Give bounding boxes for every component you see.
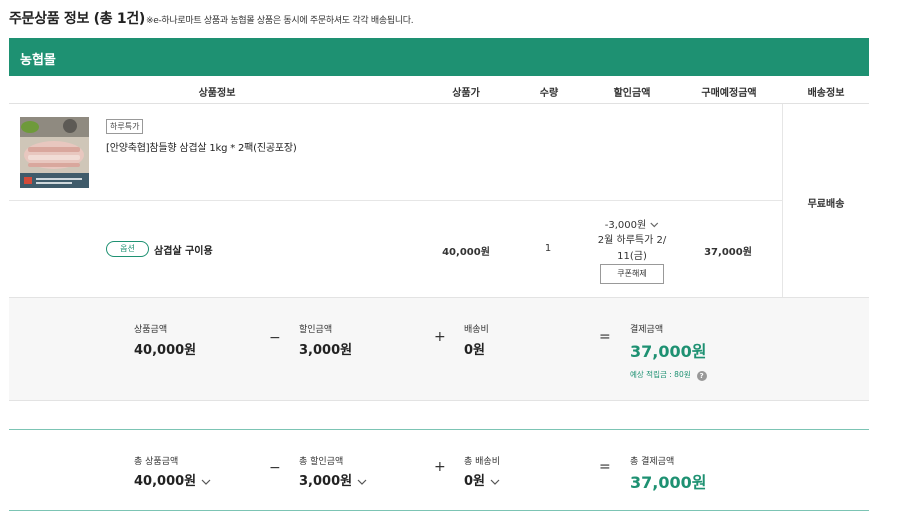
total-payment-value: 37,000원 bbox=[630, 473, 707, 492]
expected-points: 예상 적립금 : 80원? bbox=[630, 369, 707, 381]
equals-sign: = bbox=[599, 329, 611, 345]
mall-header: 농협몰 bbox=[9, 38, 869, 76]
minus-sign: − bbox=[269, 460, 281, 476]
summary-discount-label: 할인금액 bbox=[299, 325, 333, 335]
header-price: 상품가 bbox=[452, 88, 480, 99]
total-product-label: 총 상품금액 bbox=[134, 457, 179, 467]
daily-deal-badge: 하루특가 bbox=[106, 119, 144, 134]
order-summary: 상품금액 40,000원 − 할인금액 3,000원 + 배송비 0원 = 결제… bbox=[9, 297, 869, 401]
item-expected-amount: 37,000원 bbox=[704, 247, 752, 258]
shipping-column-divider bbox=[782, 104, 783, 297]
mall-name: 농협몰 bbox=[20, 53, 56, 68]
total-discount-value: 3,000원 bbox=[299, 474, 353, 489]
coupon-release-button[interactable]: 쿠폰해제 bbox=[600, 264, 664, 284]
summary-shipping-value: 0원 bbox=[464, 343, 486, 358]
page-note: ※e-하나로마트 상품과 농협몰 상품은 동시에 주문하셔도 각각 배송됩니다. bbox=[146, 16, 414, 26]
summary-shipping-label: 배송비 bbox=[464, 325, 489, 335]
product-name[interactable]: [안양축협]참들향 삼겹살 1kg * 2팩(진공포장) bbox=[106, 139, 297, 154]
table-header: 상품정보 상품가 수량 할인금액 구매예정금액 배송정보 bbox=[9, 76, 869, 104]
header-discount: 할인금액 bbox=[613, 88, 651, 99]
summary-product-label: 상품금액 bbox=[134, 325, 168, 335]
expected-points-text: 예상 적립금 : 80원 bbox=[630, 370, 691, 379]
discount-description: 2월 하루특가 2/ 11(금) bbox=[597, 235, 667, 262]
total-shipping-value: 0원 bbox=[464, 474, 486, 489]
header-expected-amount: 구매예정금액 bbox=[701, 88, 757, 99]
item-quantity: 1 bbox=[544, 243, 552, 254]
product-thumbnail[interactable] bbox=[20, 117, 89, 188]
summary-product-value: 40,000원 bbox=[134, 343, 197, 358]
header-product-info: 상품정보 bbox=[198, 88, 236, 99]
total-shipping-label: 총 배송비 bbox=[464, 457, 500, 467]
total-shipping-toggle[interactable]: 0원 bbox=[464, 470, 500, 489]
plus-sign: + bbox=[434, 329, 446, 345]
summary-payment-value: 37,000원 bbox=[630, 342, 707, 361]
chevron-down-icon bbox=[490, 477, 500, 488]
chevron-down-icon bbox=[357, 477, 367, 488]
header-shipping-info: 배송정보 bbox=[807, 88, 845, 99]
option-badge: 옵션 bbox=[106, 241, 149, 257]
shipping-info: 무료배송 bbox=[807, 199, 845, 210]
total-product-value: 40,000원 bbox=[134, 474, 197, 489]
total-discount-label: 총 할인금액 bbox=[299, 457, 344, 467]
equals-sign: = bbox=[599, 459, 611, 475]
item-price: 40,000원 bbox=[442, 247, 490, 258]
summary-payment-label: 결제금액 bbox=[630, 325, 664, 335]
minus-sign: − bbox=[269, 330, 281, 346]
row-divider bbox=[9, 200, 783, 201]
total-payment-label: 총 결제금액 bbox=[630, 457, 675, 467]
option-name: 삼겹살 구이용 bbox=[154, 246, 213, 257]
chevron-down-icon bbox=[201, 477, 211, 488]
chevron-down-icon bbox=[650, 221, 659, 231]
order-total: 총 상품금액 40,000원 − 총 할인금액 3,000원 + 총 배송비 0… bbox=[9, 429, 869, 511]
question-icon[interactable]: ? bbox=[696, 371, 707, 381]
discount-amount-toggle[interactable]: -3,000원 bbox=[605, 216, 659, 231]
plus-sign: + bbox=[434, 459, 446, 475]
total-product-toggle[interactable]: 40,000원 bbox=[134, 470, 211, 489]
total-discount-toggle[interactable]: 3,000원 bbox=[299, 470, 367, 489]
page-title: 주문상품 정보 (총 1건) bbox=[9, 11, 145, 27]
discount-amount: -3,000원 bbox=[604, 220, 647, 231]
header-quantity: 수량 bbox=[539, 88, 559, 99]
summary-discount-value: 3,000원 bbox=[299, 343, 353, 358]
